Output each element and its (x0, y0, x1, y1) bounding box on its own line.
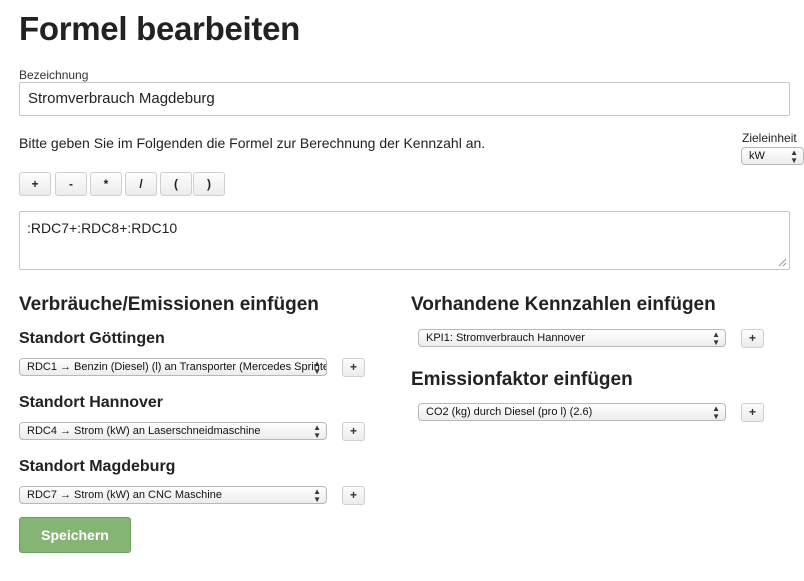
page-title: Formel bearbeiten (19, 10, 300, 47)
operator-close-paren-button[interactable]: ) (193, 172, 225, 196)
consumption-select-value: RDC1 → Benzin (Diesel) (l) an Transporte… (27, 361, 327, 373)
chevron-updown-icon: ▲ ▼ (712, 404, 720, 421)
add-consumption-button-hannover[interactable]: + (342, 422, 365, 441)
formula-textarea[interactable]: :RDC7+:RDC8+:RDC10 (19, 211, 790, 270)
add-consumption-button-goettingen[interactable]: + (342, 358, 365, 377)
operator-open-paren-button[interactable]: ( (160, 172, 192, 196)
target-unit-label: Zieleinheit (742, 131, 797, 145)
add-consumption-button-magdeburg[interactable]: + (342, 486, 365, 505)
existing-kpi-select[interactable]: KPI1: Stromverbrauch Hannover ▲ ▼ (418, 329, 726, 347)
operator-plus-button[interactable]: + (19, 172, 51, 196)
location-heading-hannover: Standort Hannover (19, 394, 164, 411)
operator-multiply-button[interactable]: * (90, 172, 122, 196)
consumption-select-goettingen[interactable]: RDC1 → Benzin (Diesel) (l) an Transporte… (19, 358, 327, 376)
add-emission-factor-button[interactable]: + (741, 403, 764, 422)
emission-factor-heading: Emissionfaktor einfügen (411, 369, 633, 390)
target-unit-select[interactable]: kW ▲ ▼ (741, 147, 804, 165)
save-button[interactable]: Speichern (19, 517, 131, 553)
chevron-updown-icon: ▲ ▼ (712, 330, 720, 347)
chevron-updown-icon: ▲ ▼ (313, 423, 321, 440)
emission-factor-select[interactable]: CO2 (kg) durch Diesel (pro l) (2.6) ▲ ▼ (418, 403, 726, 421)
consumption-select-value: RDC7 → Strom (kW) an CNC Maschine (27, 489, 222, 501)
location-heading-goettingen: Standort Göttingen (19, 330, 165, 347)
operator-divide-button[interactable]: / (125, 172, 157, 196)
consumption-select-magdeburg[interactable]: RDC7 → Strom (kW) an CNC Maschine ▲ ▼ (19, 486, 327, 504)
name-field-label: Bezeichnung (19, 68, 89, 82)
formula-text: :RDC7+:RDC8+:RDC10 (27, 220, 178, 236)
name-input[interactable]: Stromverbrauch Magdeburg (19, 82, 790, 116)
emission-factor-select-value: CO2 (kg) durch Diesel (pro l) (2.6) (426, 406, 593, 418)
location-heading-magdeburg: Standort Magdeburg (19, 458, 176, 475)
existing-kpis-heading: Vorhandene Kennzahlen einfügen (411, 294, 716, 315)
chevron-updown-icon: ▲ ▼ (790, 148, 798, 165)
target-unit-value: kW (749, 150, 765, 162)
intro-text: Bitte geben Sie im Folgenden die Formel … (19, 135, 486, 151)
consumption-heading: Verbräuche/Emissionen einfügen (19, 294, 319, 315)
chevron-updown-icon: ▲ ▼ (313, 359, 321, 376)
consumption-select-value: RDC4 → Strom (kW) an Laserschneidmaschin… (27, 425, 261, 437)
consumption-select-hannover[interactable]: RDC4 → Strom (kW) an Laserschneidmaschin… (19, 422, 327, 440)
chevron-updown-icon: ▲ ▼ (313, 487, 321, 504)
add-kpi-button[interactable]: + (741, 329, 764, 348)
operator-minus-button[interactable]: - (55, 172, 87, 196)
resize-grip-icon[interactable] (778, 258, 787, 267)
existing-kpi-select-value: KPI1: Stromverbrauch Hannover (426, 332, 585, 344)
